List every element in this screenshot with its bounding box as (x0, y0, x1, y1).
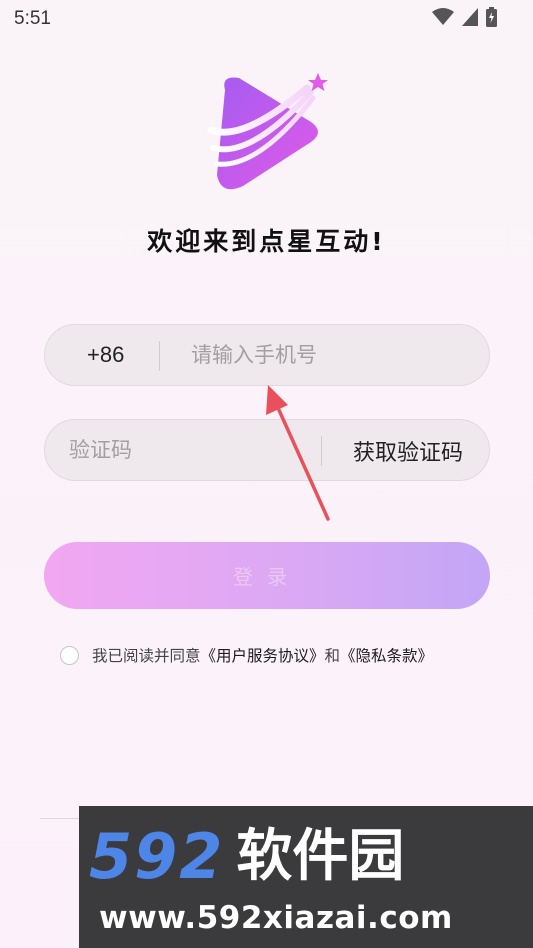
agreement-prefix: 我已阅读并同意 (92, 647, 201, 665)
signal-icon (462, 8, 478, 26)
phone-field: +86 (44, 324, 490, 386)
status-bar: 5:51 (0, 0, 533, 36)
user-agreement-link[interactable]: 《用户服务协议》 (201, 644, 325, 666)
status-icons (432, 7, 497, 27)
watermark-url: www.592xiazai.com (99, 900, 453, 936)
country-code-selector[interactable]: +86 (87, 342, 124, 368)
agreement-checkbox[interactable] (60, 645, 79, 665)
app-logo-icon (207, 73, 328, 190)
watermark-number: 592 (89, 820, 225, 893)
watermark: 592 软件园 www.592xiazai.com (79, 806, 533, 948)
annotation-arrow-icon (266, 385, 330, 521)
agreement-row: 我已阅读并同意 《用户服务协议》 和 《隐私条款》 (60, 644, 433, 666)
status-time: 5:51 (14, 8, 51, 29)
field-divider (159, 341, 160, 371)
wifi-icon (432, 8, 454, 25)
login-button[interactable]: 登录 (44, 542, 490, 609)
get-code-button[interactable]: 获取验证码 (353, 435, 463, 467)
bottom-divider (40, 818, 80, 819)
watermark-brand: 592 软件园 (89, 826, 404, 888)
battery-icon (486, 7, 497, 27)
privacy-link[interactable]: 《隐私条款》 (340, 644, 433, 666)
phone-input[interactable] (191, 325, 471, 385)
welcome-title: 欢迎来到点星互动! (147, 227, 386, 256)
watermark-name: 软件园 (236, 824, 405, 889)
agreement-and: 和 (324, 647, 341, 665)
